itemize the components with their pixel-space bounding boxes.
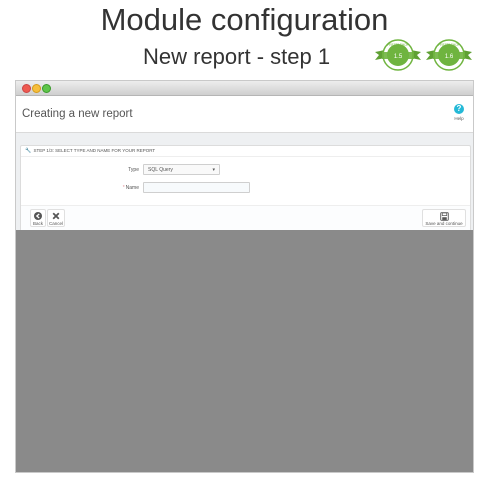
cancel-label: Cancel <box>48 221 63 226</box>
required-marker: * <box>122 185 125 191</box>
save-label: Save and continue <box>425 221 463 226</box>
help-button[interactable]: ? Help <box>449 104 469 121</box>
back-button[interactable]: Back <box>30 209 46 227</box>
question-circle-icon: ? <box>454 104 464 114</box>
panel-footer: Back Cancel Save and continue <box>21 205 470 230</box>
badge-version: 1.5 <box>394 54 403 60</box>
back-arrow-icon <box>31 212 45 220</box>
page-header: Creating a new report ? Help <box>16 96 473 133</box>
close-window-icon[interactable] <box>22 84 31 93</box>
panel-heading-text: STEP 1/3: SELECT TYPE AND NAME FOR YOUR … <box>33 148 156 153</box>
wrench-icon: 🔧 <box>25 148 32 154</box>
name-input[interactable] <box>143 182 250 193</box>
save-icon <box>423 212 465 221</box>
badge-arc-text: PRESTASHOP <box>387 43 409 47</box>
type-select[interactable]: SQL Query ▾ <box>143 164 220 175</box>
type-row: Type SQL Query ▾ <box>21 164 470 176</box>
caret-down-icon: ▾ <box>212 167 215 173</box>
name-label-wrap: *Name <box>123 185 139 191</box>
name-label: Name <box>125 185 139 191</box>
headline: Module configuration <box>100 2 389 37</box>
help-label: Help <box>454 116 464 121</box>
cancel-button[interactable]: Cancel <box>47 209 65 227</box>
zoom-window-icon[interactable] <box>42 84 51 93</box>
panel-heading: 🔧 STEP 1/3: SELECT TYPE AND NAME FOR YOU… <box>21 146 470 157</box>
type-select-value: SQL Query <box>148 167 173 173</box>
back-label: Back <box>32 221 43 226</box>
window-titlebar <box>16 81 473 96</box>
name-row: *Name <box>21 182 470 194</box>
badge-version: 1.6 <box>445 54 454 60</box>
report-form-panel: 🔧 STEP 1/3: SELECT TYPE AND NAME FOR YOU… <box>20 145 471 231</box>
minimize-window-icon[interactable] <box>32 84 41 93</box>
subheadline: New report - step 1 <box>143 44 331 69</box>
close-icon <box>48 212 64 220</box>
save-and-continue-button[interactable]: Save and continue <box>422 209 466 227</box>
prestashop-1-6-badge: 1.6 PRESTASHOP <box>426 39 472 71</box>
browser-window: Creating a new report ? Help 🔧 STEP 1/3:… <box>15 80 474 473</box>
prestashop-1-5-badge: 1.5 PRESTASHOP <box>375 39 421 71</box>
badge-arc-text: PRESTASHOP <box>438 43 460 47</box>
page-title: Creating a new report <box>22 108 133 120</box>
empty-backdrop <box>16 230 473 472</box>
type-label: Type <box>128 167 139 173</box>
